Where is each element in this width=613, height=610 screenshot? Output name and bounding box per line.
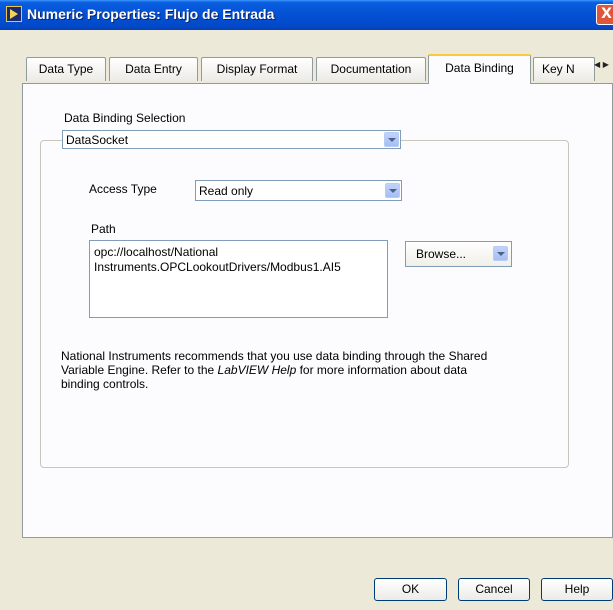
binding-selection-label: Data Binding Selection bbox=[64, 111, 186, 125]
path-label: Path bbox=[91, 222, 116, 236]
path-line-1: opc://localhost/National bbox=[94, 245, 219, 259]
tab-data-entry[interactable]: Data Entry bbox=[109, 57, 198, 81]
labview-help-reference: LabVIEW Help bbox=[217, 363, 297, 377]
path-line-2: Instruments.OPCLookoutDrivers/Modbus1.AI… bbox=[94, 260, 341, 274]
tab-data-binding[interactable]: Data Binding bbox=[428, 54, 531, 84]
cancel-button[interactable]: Cancel bbox=[458, 578, 530, 601]
ok-button[interactable]: OK bbox=[374, 578, 447, 601]
info-line-3: binding controls. bbox=[61, 377, 149, 391]
access-type-label: Access Type bbox=[89, 182, 157, 196]
window-title: Numeric Properties: Flujo de Entrada bbox=[27, 6, 275, 22]
info-line-1: National Instruments recommends that you… bbox=[61, 349, 488, 363]
labview-app-icon bbox=[6, 6, 22, 22]
chevron-down-icon[interactable] bbox=[384, 132, 399, 147]
tab-documentation[interactable]: Documentation bbox=[316, 57, 426, 81]
path-input[interactable]: opc://localhost/National Instruments.OPC… bbox=[89, 240, 388, 318]
tab-scroll-left-icon[interactable]: ◀ bbox=[594, 60, 600, 69]
browse-dropdown-button[interactable]: Browse... bbox=[405, 241, 512, 267]
chevron-down-icon[interactable] bbox=[493, 246, 508, 261]
binding-selection-dropdown[interactable]: DataSocket bbox=[62, 130, 401, 149]
info-line-2-end: for more information about data bbox=[296, 363, 468, 377]
info-line-2-start: Variable Engine. Refer to the bbox=[61, 363, 218, 377]
tab-display-format[interactable]: Display Format bbox=[201, 57, 313, 81]
close-button[interactable]: X bbox=[596, 4, 613, 25]
tab-scroll-right-icon[interactable]: ▶ bbox=[603, 60, 609, 69]
dialog-window: Numeric Properties: Flujo de Entrada X D… bbox=[0, 0, 613, 610]
binding-selection-value: DataSocket bbox=[66, 133, 129, 147]
info-line-2: Variable Engine. Refer to the LabVIEW He… bbox=[61, 363, 561, 377]
info-text: National Instruments recommends that you… bbox=[61, 349, 561, 391]
tab-data-type[interactable]: Data Type bbox=[26, 57, 106, 81]
browse-label: Browse... bbox=[416, 247, 467, 261]
access-type-dropdown[interactable]: Read only bbox=[195, 180, 402, 201]
tab-key-navigation[interactable]: Key N bbox=[533, 57, 595, 81]
title-bar[interactable]: Numeric Properties: Flujo de Entrada X bbox=[0, 0, 613, 30]
access-type-value: Read only bbox=[199, 184, 254, 198]
chevron-down-icon[interactable] bbox=[385, 183, 400, 198]
tab-scroll-arrows[interactable]: ◀ ▶ bbox=[594, 60, 611, 78]
help-button[interactable]: Help bbox=[541, 578, 613, 601]
